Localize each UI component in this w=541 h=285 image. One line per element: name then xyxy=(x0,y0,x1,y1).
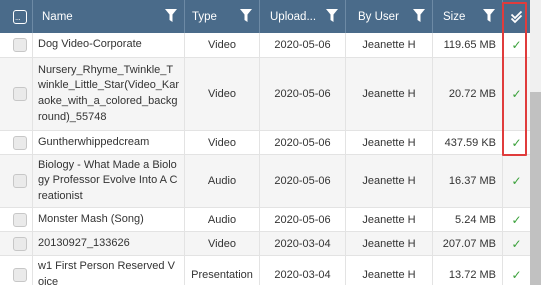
file-size: 119.65 MB xyxy=(443,39,496,51)
double-check-icon xyxy=(510,10,523,23)
uploaded-by: Jeanette H xyxy=(362,39,416,51)
column-size-label: Size xyxy=(443,10,466,23)
filter-icon[interactable] xyxy=(326,9,338,23)
check-icon: ✓ xyxy=(511,212,522,227)
file-type: Audio xyxy=(207,213,237,226)
file-size: 13.72 MB xyxy=(448,268,496,281)
upload-date: 2020-03-04 xyxy=(274,237,331,250)
table-row[interactable]: Biology - What Made a Biology Professor … xyxy=(0,155,530,208)
file-type: Video xyxy=(208,136,236,149)
row-checkbox[interactable] xyxy=(13,212,27,227)
upload-date: 2020-03-04 xyxy=(274,268,331,281)
column-header-status[interactable] xyxy=(503,0,530,33)
table-row[interactable]: Nursery_Rhyme_Twinkle_Twinkle_Little_Sta… xyxy=(0,58,530,131)
file-type: Video xyxy=(208,39,236,51)
file-name: Nursery_Rhyme_Twinkle_Twinkle_Little_Sta… xyxy=(38,63,180,123)
column-header-uploaded[interactable]: Upload... xyxy=(260,0,346,33)
column-header-size[interactable]: Size xyxy=(433,0,503,33)
file-size: 207.07 MB xyxy=(442,237,496,250)
upload-date: 2020-05-06 xyxy=(274,136,331,149)
column-type-label: Type xyxy=(192,10,217,23)
row-checkbox[interactable] xyxy=(13,236,27,251)
file-name: Guntherwhippedcream xyxy=(38,135,150,148)
row-checkbox[interactable] xyxy=(13,87,27,101)
file-size: 16.37 MB xyxy=(448,175,496,187)
check-icon: ✓ xyxy=(511,87,522,101)
column-by-user-label: By User xyxy=(358,10,399,23)
upload-date: 2020-05-06 xyxy=(274,88,331,100)
check-icon: ✓ xyxy=(511,174,522,188)
row-checkbox[interactable] xyxy=(13,38,27,52)
file-type: Video xyxy=(208,237,236,250)
file-size: 437.59 KB xyxy=(444,136,496,149)
column-uploaded-label: Upload... xyxy=(270,10,317,23)
grid-header: ... Name Type Upload... By User Size xyxy=(0,0,530,33)
upload-date: 2020-05-06 xyxy=(274,213,331,226)
table-row[interactable]: 20130927_133626 Video 2020-03-04 Jeanett… xyxy=(0,232,530,256)
select-all-checkbox[interactable]: ... xyxy=(13,10,27,24)
row-checkbox[interactable] xyxy=(13,135,27,150)
check-icon: ✓ xyxy=(511,135,522,150)
row-checkbox[interactable] xyxy=(13,267,27,282)
file-size: 5.24 MB xyxy=(455,213,496,226)
uploaded-by: Jeanette H xyxy=(362,268,416,281)
filter-icon[interactable] xyxy=(165,9,177,23)
filter-icon[interactable] xyxy=(483,9,495,23)
uploaded-by: Jeanette H xyxy=(362,213,416,226)
file-name: w1 First Person Reserved Voice xyxy=(38,259,175,285)
file-name: Biology - What Made a Biology Professor … xyxy=(38,158,178,202)
file-type: Presentation xyxy=(191,268,253,281)
column-header-name[interactable]: Name xyxy=(33,0,185,33)
row-checkbox[interactable] xyxy=(13,174,27,188)
column-name-label: Name xyxy=(42,10,73,23)
table-row[interactable]: Monster Mash (Song) Audio 2020-05-06 Jea… xyxy=(0,208,530,232)
file-name: 20130927_133626 xyxy=(38,236,130,249)
uploaded-by: Jeanette H xyxy=(362,237,416,250)
column-header-type[interactable]: Type xyxy=(185,0,260,33)
file-type: Video xyxy=(208,88,236,100)
file-type: Audio xyxy=(207,175,237,187)
uploaded-by: Jeanette H xyxy=(362,88,416,100)
upload-date: 2020-05-06 xyxy=(274,39,331,51)
check-icon: ✓ xyxy=(511,236,522,251)
scrollbar-thumb[interactable] xyxy=(530,92,541,285)
uploaded-by: Jeanette H xyxy=(362,175,416,187)
check-icon: ✓ xyxy=(511,38,522,52)
file-size: 20.72 MB xyxy=(448,88,496,100)
table-row[interactable]: w1 First Person Reserved Voice Presentat… xyxy=(0,256,530,285)
filter-icon[interactable] xyxy=(240,9,252,23)
filter-icon[interactable] xyxy=(413,9,425,23)
file-name: Monster Mash (Song) xyxy=(38,212,144,225)
check-icon: ✓ xyxy=(511,267,522,282)
file-name: Dog Video-Corporate xyxy=(38,38,142,51)
column-header-by-user[interactable]: By User xyxy=(346,0,433,33)
table-row[interactable]: Dog Video-Corporate Video 2020-05-06 Jea… xyxy=(0,33,530,58)
table-row[interactable]: Guntherwhippedcream Video 2020-05-06 Jea… xyxy=(0,131,530,155)
uploaded-by: Jeanette H xyxy=(362,136,416,149)
upload-date: 2020-05-06 xyxy=(274,175,331,187)
select-all-cell: ... xyxy=(0,0,33,33)
